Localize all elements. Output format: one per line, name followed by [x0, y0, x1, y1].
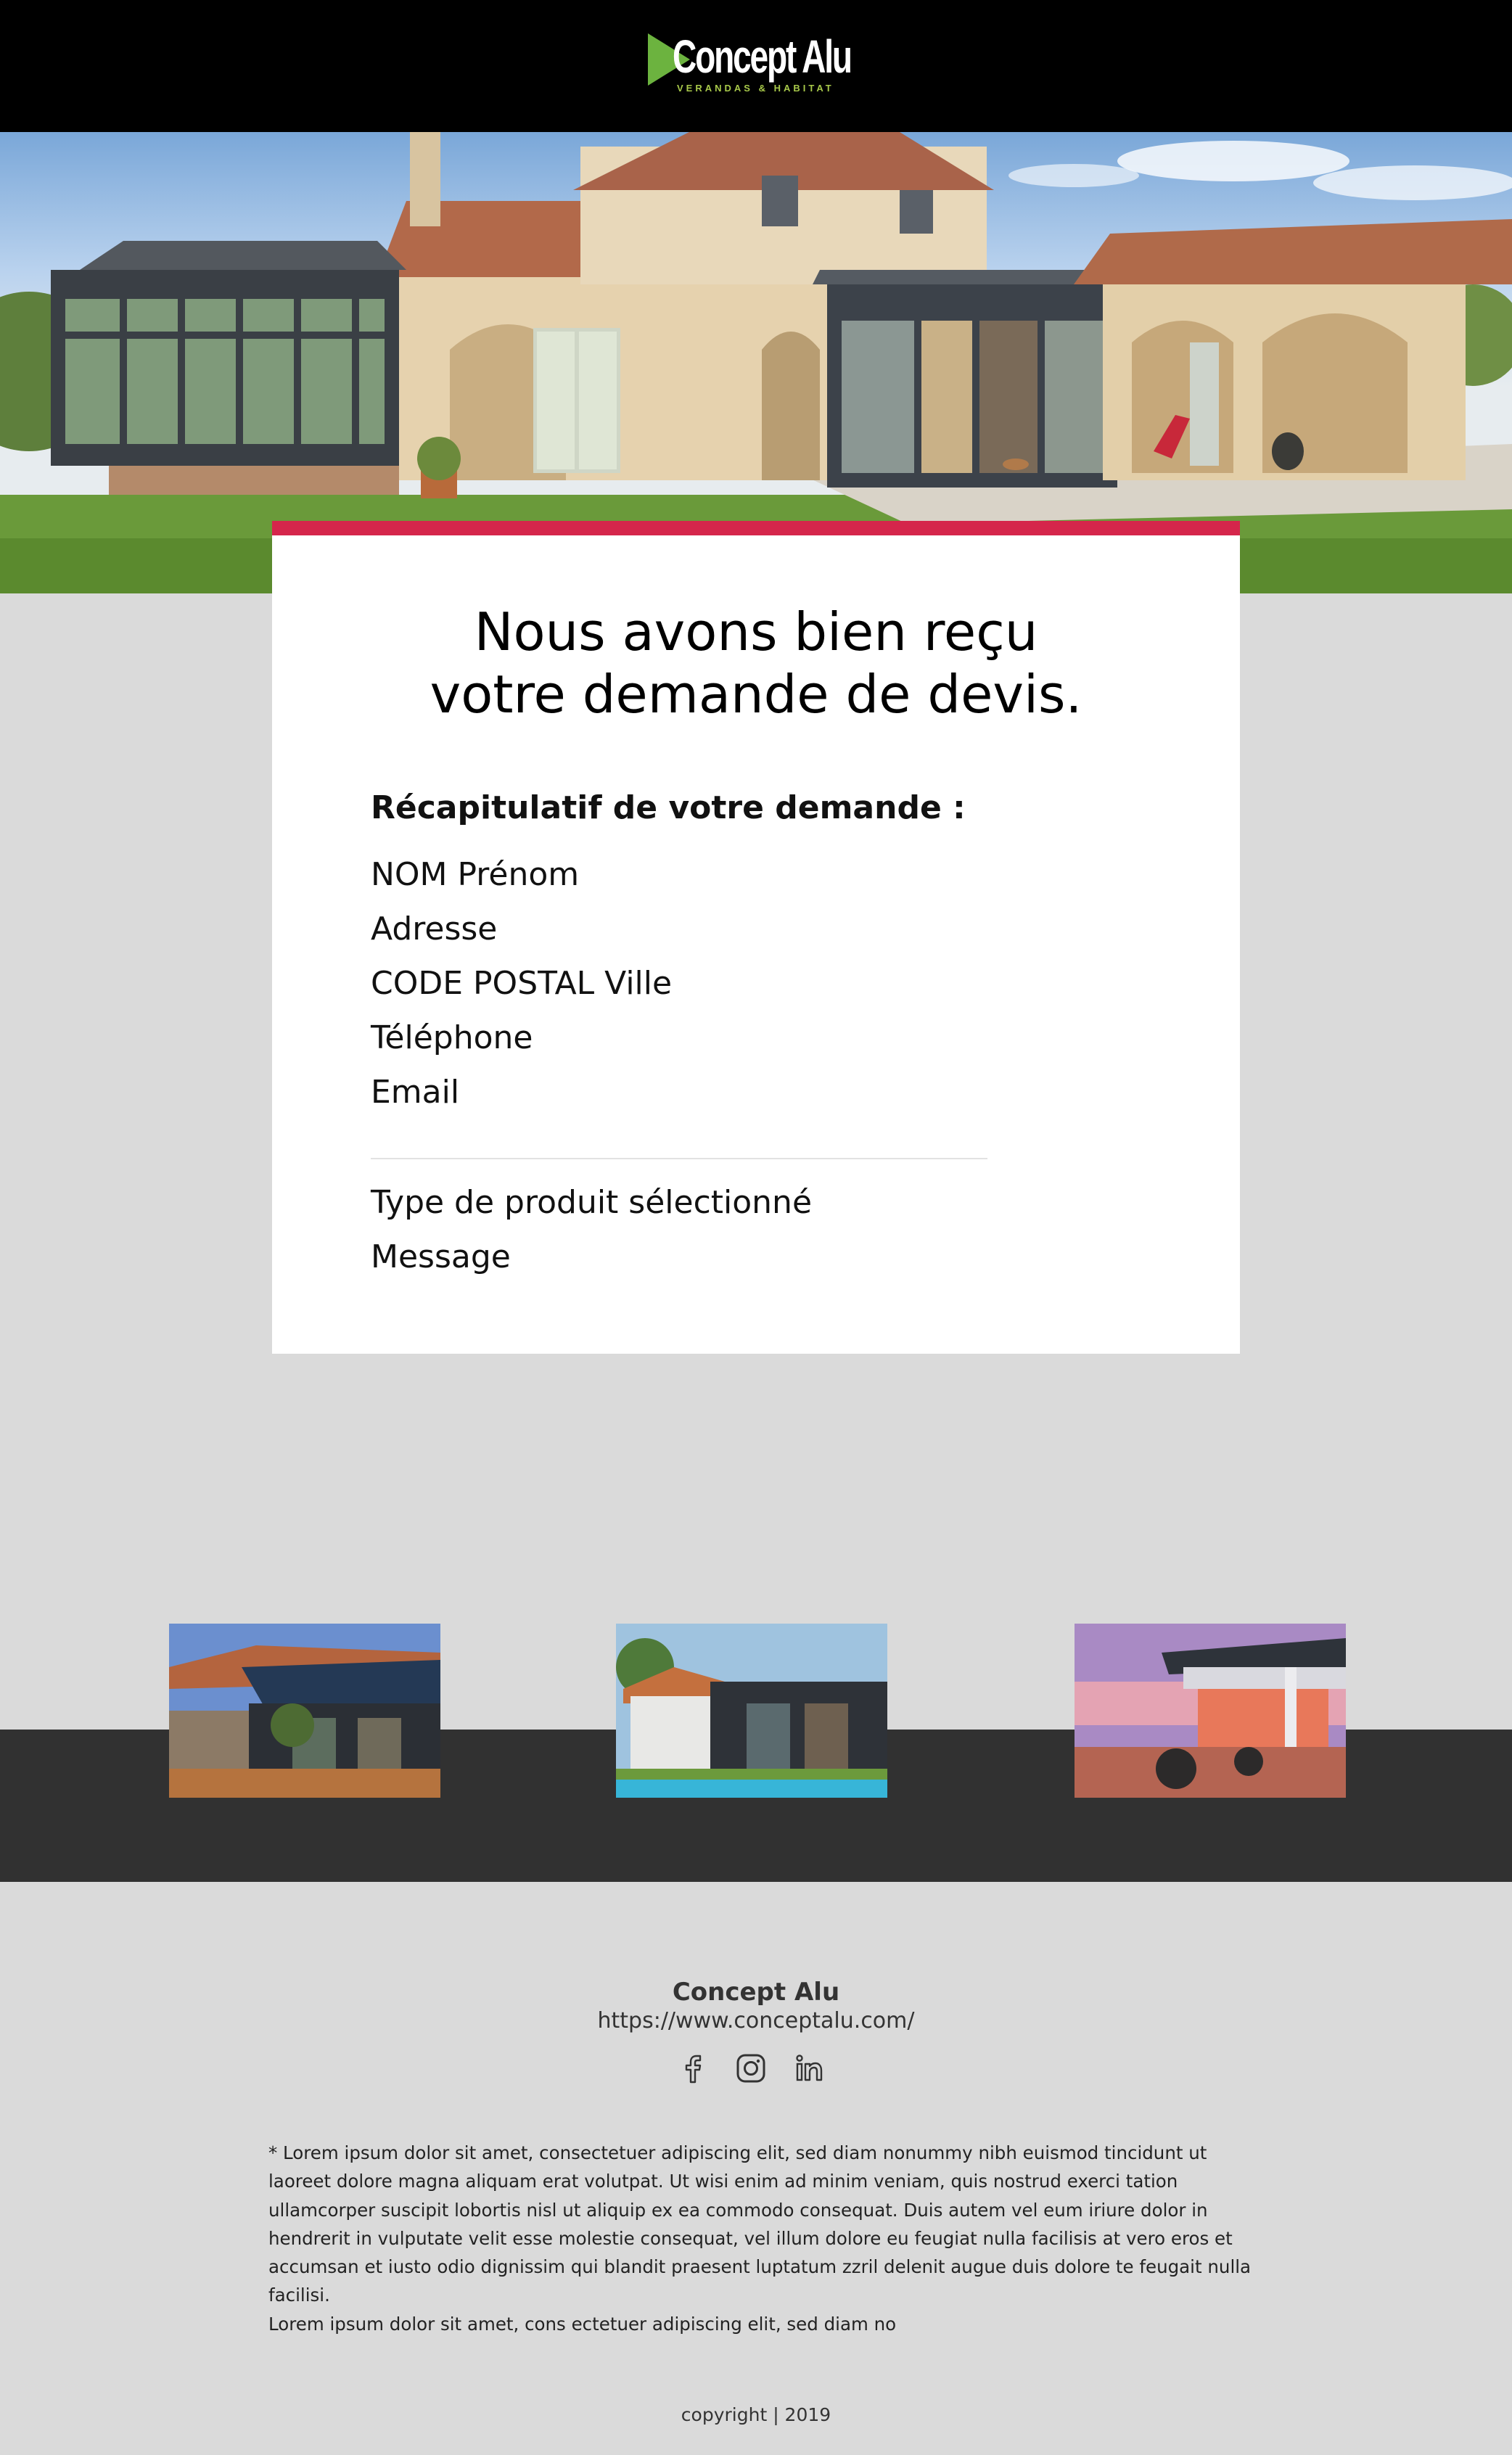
confirmation-title-line2: votre demande de devis. [430, 664, 1082, 725]
recap-message: Message [371, 1238, 511, 1275]
recap-postal-city: CODE POSTAL Ville [371, 965, 673, 1002]
confirmation-title: Nous avons bien reçu votre demande de de… [272, 601, 1240, 725]
gallery-image-pool-house[interactable] [616, 1624, 887, 1798]
linkedin-icon[interactable] [791, 2050, 827, 2086]
recap-heading: Récapitulatif de votre demande : [371, 789, 966, 826]
recap-contact-list: NOM Prénom Adresse CODE POSTAL Ville Tél… [371, 847, 672, 1119]
recap-address: Adresse [371, 910, 498, 947]
footer-disclaimer: * Lorem ipsum dolor sit amet, consectetu… [268, 2139, 1255, 2338]
footer-website-link[interactable]: https://www.conceptalu.com/ [0, 2008, 1512, 2034]
confirmation-title-line1: Nous avons bien reçu [474, 601, 1038, 662]
recap-name: NOM Prénom [371, 856, 580, 893]
facebook-icon[interactable] [675, 2050, 711, 2086]
recap-divider [371, 1158, 987, 1159]
email-header: Concept Alu VERANDAS & HABITAT [0, 0, 1512, 132]
recap-request-list: Type de produit sélectionné Message [371, 1175, 812, 1284]
concept-alu-logo[interactable]: Concept Alu VERANDAS & HABITAT [648, 28, 866, 100]
gallery-image-pergola-sunset[interactable] [1075, 1624, 1346, 1798]
recap-email: Email [371, 1074, 460, 1111]
recap-phone: Téléphone [371, 1019, 533, 1056]
gallery-image-veranda[interactable] [169, 1624, 440, 1798]
footer-company-name: Concept Alu [672, 1978, 840, 2007]
social-links [675, 2050, 842, 2086]
confirmation-card: Nous avons bien reçu votre demande de de… [272, 521, 1240, 1354]
disclaimer-paragraph-2: Lorem ipsum dolor sit amet, cons ectetue… [268, 2313, 897, 2335]
recap-product-type: Type de produit sélectionné [371, 1184, 813, 1221]
logo-tagline: VERANDAS & HABITAT [677, 83, 834, 94]
instagram-icon[interactable] [733, 2050, 769, 2086]
logo-wordmark: Concept Alu [673, 30, 852, 83]
copyright-notice: copyright | 2019 [681, 2404, 831, 2425]
disclaimer-paragraph-1: * Lorem ipsum dolor sit amet, consectetu… [268, 2142, 1252, 2306]
